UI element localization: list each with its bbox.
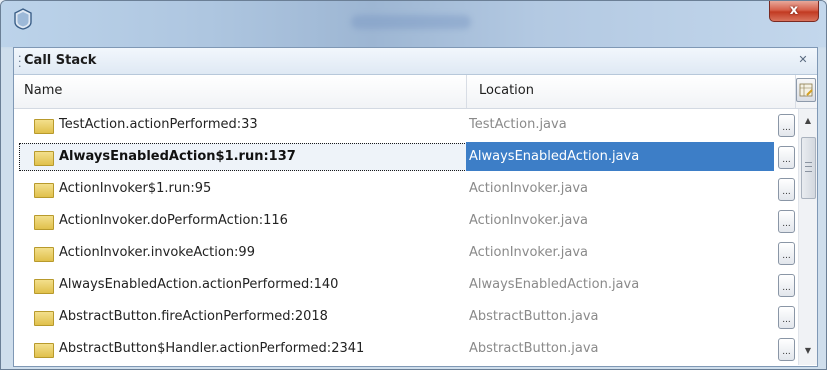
panel-header[interactable]: · · · Call Stack ✕ — [14, 48, 817, 75]
stack-frame-row[interactable]: ActionInvoker.doPerformAction:116 Action… — [14, 205, 797, 237]
stack-frame-row[interactable]: ActionInvoker$1.run:95 ActionInvoker.jav… — [14, 173, 797, 205]
frame-name: ActionInvoker.doPerformAction:116 — [59, 213, 288, 228]
frame-icon — [34, 343, 54, 358]
frame-icon — [34, 151, 54, 166]
title-bar[interactable]: x — [1, 1, 826, 47]
scroll-down-arrow-icon[interactable]: ▼ — [802, 345, 814, 357]
window-close-button[interactable]: x — [769, 1, 819, 22]
frame-name: AbstractButton$Handler.actionPerformed:2… — [59, 341, 365, 356]
frame-name: AlwaysEnabledAction$1.run:137 — [59, 149, 296, 164]
column-chooser-icon — [799, 83, 813, 97]
call-stack-rows: TestAction.actionPerformed:33 TestAction… — [14, 109, 797, 365]
call-stack-panel: · · · Call Stack ✕ Name Location TestActio… — [13, 47, 818, 367]
frame-location: AlwaysEnabledAction.java — [469, 149, 640, 164]
thumb-grip-icon — [805, 162, 812, 172]
shield-icon — [14, 8, 32, 30]
stack-frame-row-selected[interactable]: AlwaysEnabledAction$1.run:137 AlwaysEnab… — [14, 141, 797, 173]
drag-grip-icon[interactable]: · · · — [18, 51, 22, 72]
frame-icon — [34, 311, 54, 326]
frame-name: ActionInvoker$1.run:95 — [59, 181, 212, 196]
column-header-name[interactable]: Name — [24, 83, 62, 98]
column-separator[interactable] — [466, 75, 467, 108]
frame-icon — [34, 183, 54, 198]
scroll-up-arrow-icon[interactable]: ▲ — [802, 115, 814, 127]
frame-details-button[interactable]: ... — [778, 338, 795, 361]
frame-location: ActionInvoker.java — [469, 213, 589, 228]
frame-icon — [34, 247, 54, 262]
blurred-title — [351, 15, 471, 29]
column-header-location[interactable]: Location — [479, 83, 534, 98]
frame-location: TestAction.java — [469, 117, 567, 132]
frame-location: ActionInvoker.java — [469, 245, 589, 260]
scrollbar-thumb[interactable] — [801, 137, 816, 199]
frame-details-button[interactable]: ... — [778, 114, 795, 137]
vertical-scrollbar[interactable]: ▲ ▼ — [798, 109, 817, 365]
frame-details-button[interactable]: ... — [778, 242, 795, 265]
frame-location: AbstractButton.java — [469, 341, 599, 356]
frame-details-button[interactable]: ... — [778, 178, 795, 201]
frame-location: AbstractButton.java — [469, 309, 599, 324]
frame-location: AlwaysEnabledAction.java — [469, 277, 640, 292]
frame-icon — [34, 215, 54, 230]
frame-name: TestAction.actionPerformed:33 — [59, 117, 258, 132]
stack-frame-row[interactable]: AlwaysEnabledAction.actionPerformed:140 … — [14, 269, 797, 301]
debugger-window: x ··· Call Stack ✕ Name Location TestA — [0, 0, 827, 370]
frame-details-button[interactable]: ... — [778, 146, 795, 169]
stack-frame-row[interactable]: ActionInvoker.invokeAction:99 ActionInvo… — [14, 237, 797, 269]
stack-frame-row[interactable]: AbstractButton$Handler.actionPerformed:2… — [14, 333, 797, 365]
frame-name: AbstractButton.fireActionPerformed:2018 — [59, 309, 328, 324]
frame-location: ActionInvoker.java — [469, 181, 589, 196]
frame-details-button[interactable]: ... — [778, 210, 795, 233]
column-header-row: Name Location — [14, 75, 817, 109]
frame-icon — [34, 119, 54, 134]
stack-frame-row[interactable]: AbstractButton.fireActionPerformed:2018 … — [14, 301, 797, 333]
stack-frame-row[interactable]: TestAction.actionPerformed:33 TestAction… — [14, 109, 797, 141]
frame-name: ActionInvoker.invokeAction:99 — [59, 245, 255, 260]
frame-icon — [34, 279, 54, 294]
panel-close-icon[interactable]: ✕ — [796, 53, 810, 67]
frame-name: AlwaysEnabledAction.actionPerformed:140 — [59, 277, 339, 292]
column-chooser-button[interactable] — [796, 78, 816, 102]
frame-details-button[interactable]: ... — [778, 306, 795, 329]
panel-title: Call Stack — [24, 53, 97, 68]
frame-details-button[interactable]: ... — [778, 274, 795, 297]
